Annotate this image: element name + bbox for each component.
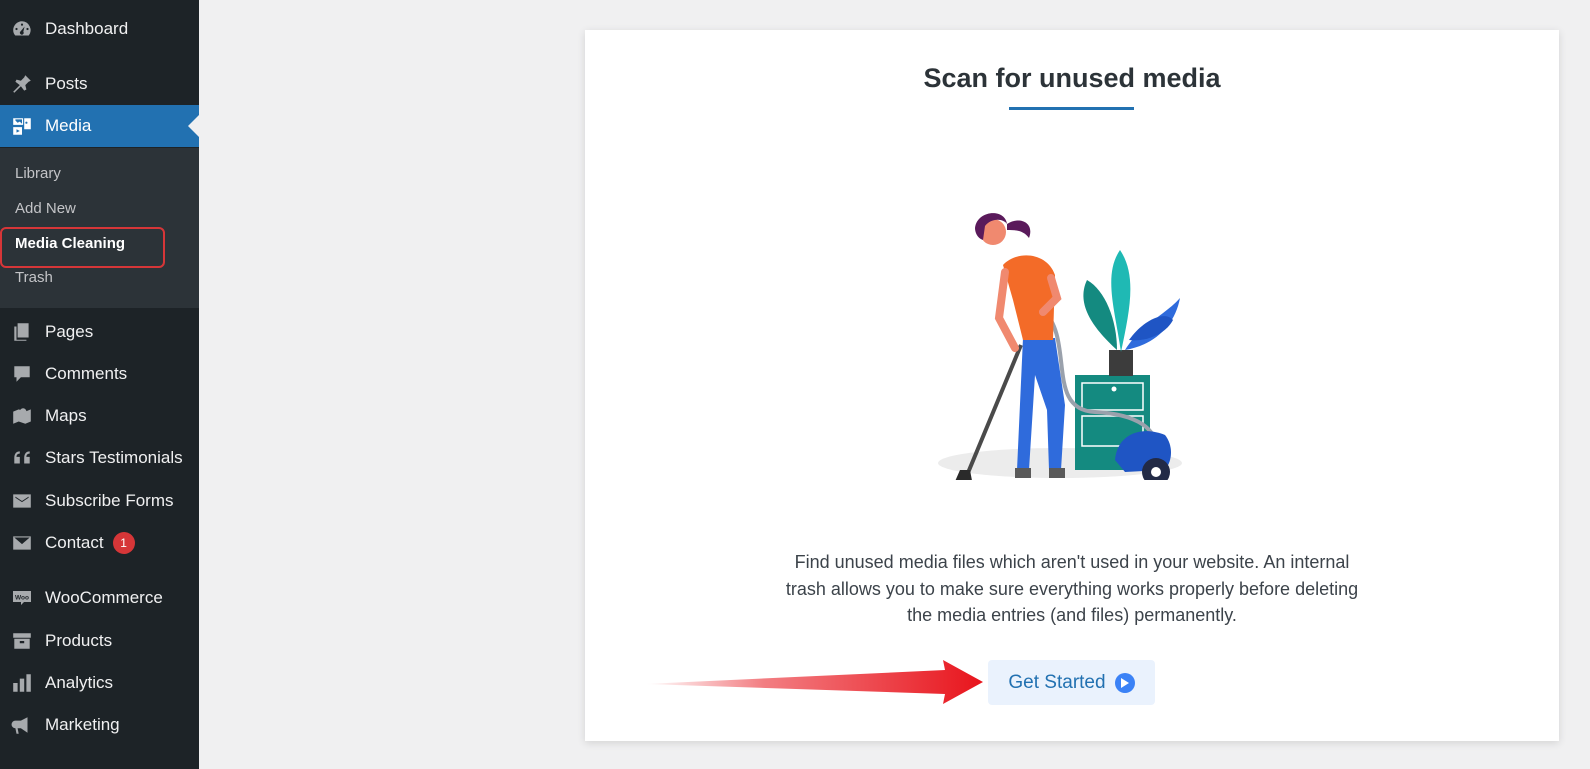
menu-label: Products (45, 631, 113, 650)
svg-text:Woo: Woo (15, 595, 29, 602)
scan-card: Scan for unused media Find unused media … (585, 30, 1559, 741)
highlight-box (0, 227, 165, 268)
description-text: Find unused media files which aren't use… (785, 552, 1359, 625)
mail-icon (10, 489, 34, 513)
menu-item-subscribe-forms[interactable]: Subscribe Forms (0, 480, 199, 522)
menu-label: Dashboard (45, 19, 129, 38)
submenu-add-new[interactable]: Add New (15, 200, 76, 217)
menu-label: Comments (45, 364, 128, 383)
button-label: Get Started (1008, 671, 1106, 693)
submenu-trash[interactable]: Trash (15, 269, 53, 286)
menu-item-products[interactable]: Products (0, 620, 199, 662)
menu-label: Media (45, 116, 92, 135)
menu-item-pages[interactable]: Pages (0, 311, 199, 353)
menu-item-contact[interactable]: Contact 1 (0, 522, 199, 564)
pages-icon (10, 320, 34, 344)
menu-label: Posts (45, 74, 88, 93)
menu-label: Contact (45, 533, 104, 552)
woo-icon: Woo (10, 586, 34, 610)
menu-item-marketing[interactable]: Marketing (0, 704, 199, 746)
menu-item-stars-testimonials[interactable]: Stars Testimonials (0, 437, 199, 479)
comment-icon (10, 362, 34, 386)
page-title: Scan for unused media (923, 63, 1221, 93)
map-icon (10, 404, 34, 428)
annotation-arrow (645, 660, 983, 704)
menu-item-maps[interactable]: Maps (0, 395, 199, 437)
menu-label: Marketing (45, 715, 120, 734)
play-circle-icon (1114, 672, 1135, 693)
menu-item-dashboard[interactable]: Dashboard (0, 8, 199, 50)
dashboard-icon (10, 17, 34, 41)
menu-item-analytics[interactable]: Analytics (0, 662, 199, 704)
menu-label: Subscribe Forms (45, 491, 174, 510)
cleaning-illustration (938, 213, 1182, 480)
notification-badge: 1 (112, 532, 135, 554)
menu-label: WooCommerce (45, 588, 163, 607)
title-underline (1009, 107, 1134, 110)
archive-icon (10, 629, 34, 653)
menu-item-comments[interactable]: Comments (0, 353, 199, 395)
megaphone-icon (10, 713, 34, 737)
admin-sidebar: Dashboard Posts Media Library Add New Me… (0, 0, 199, 769)
submenu-library[interactable]: Library (15, 165, 61, 182)
quote-icon (10, 446, 34, 470)
menu-label: Pages (45, 322, 94, 341)
media-icon (10, 114, 34, 138)
get-started-button[interactable]: Get Started (988, 660, 1155, 705)
menu-item-media[interactable]: Media (0, 105, 199, 147)
menu-item-woocommerce[interactable]: Woo WooCommerce (0, 577, 199, 619)
menu-label: Stars Testimonials (45, 448, 183, 467)
menu-label: Maps (45, 406, 87, 425)
envelope-icon (10, 531, 34, 555)
menu-label: Analytics (45, 673, 114, 692)
pin-icon (10, 72, 34, 96)
menu-item-posts[interactable]: Posts (0, 63, 199, 105)
bar-chart-icon (10, 671, 34, 695)
